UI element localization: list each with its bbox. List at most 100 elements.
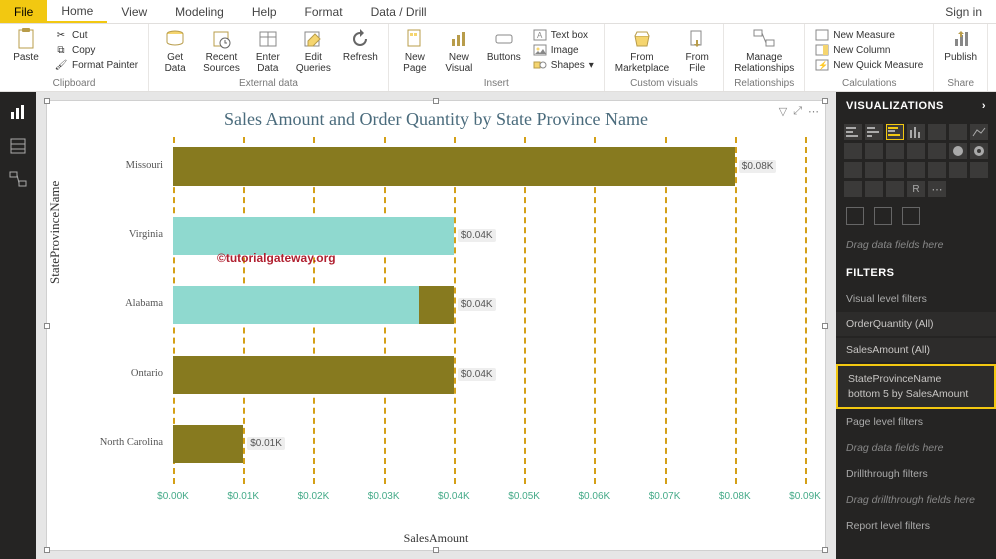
resize-handle[interactable]: [44, 98, 50, 104]
chart-icon: [448, 28, 470, 50]
viz-ribbon[interactable]: [886, 143, 904, 159]
viz-scatter[interactable]: [928, 143, 946, 159]
group-label: Clipboard: [6, 76, 142, 91]
from-file-button[interactable]: From File: [677, 26, 717, 76]
page-filters-dropzone[interactable]: Drag data fields here: [836, 434, 996, 462]
viz-funnel[interactable]: [907, 162, 925, 178]
bar-primary[interactable]: [173, 147, 735, 185]
viz-treemap[interactable]: [844, 162, 862, 178]
marketplace-icon: [631, 28, 653, 50]
textbox-button[interactable]: AText box: [533, 28, 594, 42]
visualizations-header[interactable]: VISUALIZATIONS›: [836, 92, 996, 120]
resize-handle[interactable]: [433, 98, 439, 104]
viz-card[interactable]: [949, 162, 967, 178]
new-page-button[interactable]: New Page: [395, 26, 435, 76]
tab-file[interactable]: File: [0, 0, 47, 23]
image-button[interactable]: Image: [533, 43, 594, 57]
viz-filled-map[interactable]: [886, 162, 904, 178]
viz-matrix[interactable]: [886, 181, 904, 197]
filter-icon[interactable]: ▽: [779, 105, 787, 118]
svg-text:A: A: [537, 31, 543, 40]
data-view-button[interactable]: [6, 134, 30, 158]
filters-header[interactable]: FILTERS: [836, 259, 996, 287]
resize-handle[interactable]: [822, 98, 828, 104]
gridline: [454, 137, 456, 484]
tab-format[interactable]: Format: [291, 0, 357, 23]
viz-stacked-col[interactable]: [928, 124, 946, 140]
viz-kpi[interactable]: [970, 162, 988, 178]
more-icon[interactable]: ⋯: [808, 105, 819, 118]
gridline: [805, 137, 807, 484]
viz-waterfall[interactable]: [907, 143, 925, 159]
clipboard-icon: [15, 28, 37, 50]
from-marketplace-button[interactable]: From Marketplace: [611, 26, 673, 76]
viz-area[interactable]: [844, 143, 862, 159]
viz-table[interactable]: [865, 181, 883, 197]
resize-handle[interactable]: [822, 323, 828, 329]
tab-data-drill[interactable]: Data / Drill: [357, 0, 441, 23]
recent-sources-button[interactable]: Recent Sources: [199, 26, 244, 76]
sign-in-link[interactable]: Sign in: [931, 0, 996, 23]
cut-button[interactable]: ✂Cut: [54, 28, 138, 42]
bar-primary[interactable]: [173, 425, 243, 463]
bar-secondary[interactable]: [173, 217, 454, 255]
new-column-button[interactable]: New Column: [815, 43, 923, 57]
publish-button[interactable]: Publish: [940, 26, 981, 65]
viz-r[interactable]: R: [907, 181, 925, 197]
ribbon-group-relationships: Manage Relationships Relationships: [724, 24, 805, 91]
format-painter-button[interactable]: 🖌Format Painter: [54, 58, 138, 72]
tab-help[interactable]: Help: [238, 0, 291, 23]
resize-handle[interactable]: [44, 547, 50, 553]
new-quick-measure-button[interactable]: ⚡New Quick Measure: [815, 58, 923, 72]
format-tab[interactable]: [874, 207, 892, 225]
analytics-tab[interactable]: [902, 207, 920, 225]
resize-handle[interactable]: [822, 547, 828, 553]
buttons-button[interactable]: Buttons: [483, 26, 525, 65]
chart-visual[interactable]: ▽ ⤢ ⋯ Sales Amount and Order Quantity by…: [46, 100, 826, 551]
visual-header: ▽ ⤢ ⋯: [779, 105, 819, 118]
tab-modeling[interactable]: Modeling: [161, 0, 238, 23]
bar-secondary[interactable]: [173, 286, 419, 324]
viz-map[interactable]: [865, 162, 883, 178]
edit-queries-button[interactable]: Edit Queries: [292, 26, 335, 76]
viz-more[interactable]: ⋯: [928, 181, 946, 197]
x-tick-label: $0.05K: [508, 491, 540, 502]
filter-salesamount[interactable]: SalesAmount (All): [836, 338, 996, 362]
report-view-button[interactable]: [6, 100, 30, 124]
tab-home[interactable]: Home: [47, 0, 107, 23]
filter-orderquantity[interactable]: OrderQuantity (All): [836, 312, 996, 336]
new-visual-button[interactable]: New Visual: [439, 26, 479, 76]
manage-relationships-button[interactable]: Manage Relationships: [730, 26, 798, 76]
paste-button[interactable]: Paste: [6, 26, 46, 65]
refresh-button[interactable]: Refresh: [339, 26, 382, 65]
viz-bar[interactable]: [865, 124, 883, 140]
resize-handle[interactable]: [44, 323, 50, 329]
viz-clustered-bar[interactable]: [886, 124, 904, 140]
viz-100-col[interactable]: [949, 124, 967, 140]
viz-gauge[interactable]: [928, 162, 946, 178]
left-nav: [0, 92, 36, 559]
focus-icon[interactable]: ⤢: [793, 105, 802, 118]
model-view-button[interactable]: [6, 168, 30, 192]
viz-line[interactable]: [970, 124, 988, 140]
resize-handle[interactable]: [433, 547, 439, 553]
fields-dropzone[interactable]: Drag data fields here: [836, 231, 996, 259]
bar-primary[interactable]: [173, 356, 454, 394]
viz-column[interactable]: [907, 124, 925, 140]
viz-slicer[interactable]: [844, 181, 862, 197]
gridline: [735, 137, 737, 484]
viz-stacked-bar[interactable]: [844, 124, 862, 140]
tab-view[interactable]: View: [107, 0, 161, 23]
filter-stateprovincename[interactable]: StateProvinceName bottom 5 by SalesAmoun…: [836, 364, 996, 409]
category-label: Ontario: [131, 368, 163, 379]
shapes-button[interactable]: Shapes ▾: [533, 58, 594, 72]
enter-data-button[interactable]: Enter Data: [248, 26, 288, 76]
get-data-button[interactable]: Get Data: [155, 26, 195, 76]
drillthrough-dropzone[interactable]: Drag drillthrough fields here: [836, 486, 996, 514]
copy-button[interactable]: ⧉Copy: [54, 43, 138, 57]
viz-donut[interactable]: [970, 143, 988, 159]
viz-pie[interactable]: [949, 143, 967, 159]
fields-tab[interactable]: [846, 207, 864, 225]
new-measure-button[interactable]: New Measure: [815, 28, 923, 42]
viz-combo[interactable]: [865, 143, 883, 159]
